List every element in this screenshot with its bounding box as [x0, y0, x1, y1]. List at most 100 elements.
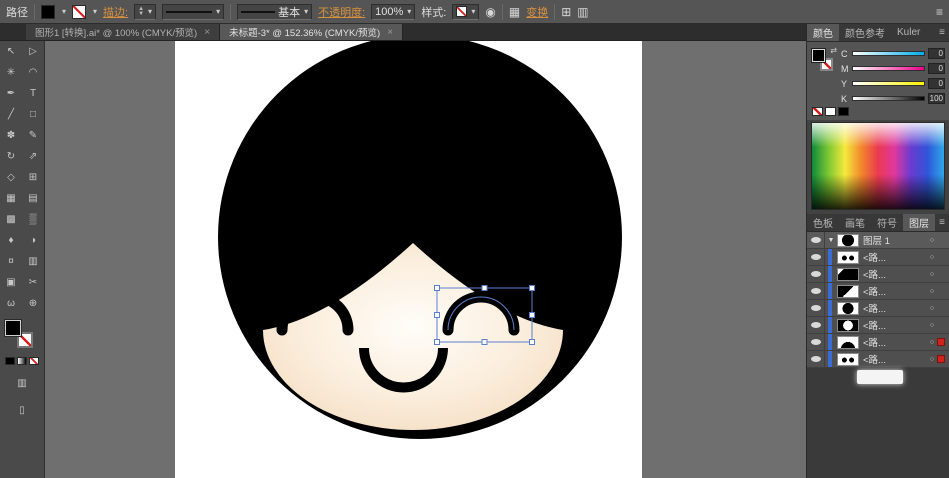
hand-tool[interactable]: ω: [0, 293, 22, 314]
artboard-canvas[interactable]: [175, 41, 642, 478]
scale-tool[interactable]: ⇗: [22, 146, 44, 167]
layer-row-parent[interactable]: ▼ 图层 1 ○: [807, 232, 949, 249]
panel-menu-icon[interactable]: ≡: [936, 5, 943, 19]
align-panel-icon[interactable]: ▦: [509, 5, 520, 19]
zoom-tool[interactable]: ⊕: [22, 293, 44, 314]
handle-e[interactable]: [530, 313, 535, 318]
visibility-toggle[interactable]: [807, 334, 825, 350]
shape-builder-tool[interactable]: ▦: [0, 188, 22, 209]
sublayer-name[interactable]: <路...: [863, 318, 927, 332]
tab-color[interactable]: 颜色: [807, 24, 839, 41]
chevron-down-icon[interactable]: ▾: [93, 7, 97, 16]
width-tool[interactable]: ◇: [0, 167, 22, 188]
cyan-slider[interactable]: [852, 51, 925, 56]
canvas-area[interactable]: [45, 41, 806, 478]
handle-ne[interactable]: [530, 286, 535, 291]
magenta-value-field[interactable]: 0: [928, 63, 945, 74]
target-icon[interactable]: ○: [927, 322, 937, 329]
handle-n[interactable]: [482, 286, 487, 291]
drawing-modes-icon[interactable]: ▥: [17, 373, 26, 394]
panel-menu-icon[interactable]: ≡: [935, 214, 949, 231]
black-value-field[interactable]: 100: [928, 93, 945, 104]
transform-panel-link[interactable]: 变换: [526, 4, 548, 20]
gradient-mode-button[interactable]: [17, 357, 27, 365]
target-icon[interactable]: ○: [927, 237, 937, 244]
lasso-tool[interactable]: ◠: [22, 62, 44, 83]
sublayer-row[interactable]: <路... ○: [807, 334, 949, 351]
swap-fill-stroke-icon[interactable]: ⇄: [830, 46, 837, 55]
slice-tool[interactable]: ✂: [22, 272, 44, 293]
tab-symbols[interactable]: 符号: [871, 214, 903, 231]
handle-nw[interactable]: [435, 286, 440, 291]
mesh-tool[interactable]: ▩: [0, 209, 22, 230]
fill-color-swatch[interactable]: [41, 5, 55, 19]
paintbrush-tool[interactable]: ✽: [0, 125, 22, 146]
visibility-toggle[interactable]: [807, 249, 825, 265]
sublayer-name[interactable]: <路...: [863, 284, 927, 298]
expander-icon[interactable]: ▼: [825, 237, 837, 244]
brush-definition-dropdown[interactable]: 基本 ▾: [237, 4, 312, 20]
visibility-toggle[interactable]: [807, 266, 825, 282]
sublayer-name[interactable]: <路...: [863, 250, 927, 264]
sublayer-row[interactable]: <路... ○: [807, 300, 949, 317]
style-swatch-dropdown[interactable]: ▾: [452, 4, 479, 20]
selection-tool[interactable]: ↖: [0, 41, 22, 62]
artboard[interactable]: [175, 41, 642, 478]
none-swatch[interactable]: [812, 107, 823, 116]
black-swatch[interactable]: [838, 107, 849, 116]
free-transform-tool[interactable]: ⊞: [22, 167, 44, 188]
eyedropper-tool[interactable]: ♦: [0, 230, 22, 251]
stroke-color-swatch[interactable]: [72, 5, 86, 19]
sublayer-row[interactable]: <路... ○: [807, 317, 949, 334]
tab-brushes[interactable]: 画笔: [839, 214, 871, 231]
stroke-panel-link[interactable]: 描边:: [103, 4, 128, 20]
none-mode-button[interactable]: [29, 357, 39, 365]
white-swatch[interactable]: [825, 107, 836, 116]
handle-s[interactable]: [482, 340, 487, 345]
target-icon[interactable]: ○: [927, 271, 937, 278]
target-icon[interactable]: ○: [927, 288, 937, 295]
pencil-tool[interactable]: ✎: [22, 125, 44, 146]
yellow-value-field[interactable]: 0: [928, 78, 945, 89]
close-icon[interactable]: ×: [204, 27, 210, 38]
visibility-toggle[interactable]: [807, 300, 825, 316]
opacity-field[interactable]: 100% ▾: [371, 4, 415, 20]
document-tab-2[interactable]: 未标题-3* @ 152.36% (CMYK/预览) ×: [220, 24, 403, 40]
sublayer-row[interactable]: <路... ○: [807, 249, 949, 266]
panel-menu-icon[interactable]: ≡: [935, 24, 949, 41]
target-icon[interactable]: ○: [927, 305, 937, 312]
visibility-toggle[interactable]: [807, 351, 825, 367]
handle-sw[interactable]: [435, 340, 440, 345]
yellow-slider[interactable]: [852, 81, 925, 86]
isolate-mode-icon[interactable]: ⊞: [561, 5, 571, 19]
rotate-tool[interactable]: ↻: [0, 146, 22, 167]
visibility-toggle[interactable]: [807, 317, 825, 333]
line-segment-tool[interactable]: ╱: [0, 104, 22, 125]
magic-wand-tool[interactable]: ✳: [0, 62, 22, 83]
layer-name[interactable]: 图层 1: [863, 233, 927, 247]
type-tool[interactable]: T: [22, 83, 44, 104]
column-graph-tool[interactable]: ▥: [22, 251, 44, 272]
arrange-documents-icon[interactable]: ▥: [577, 5, 588, 19]
close-icon[interactable]: ×: [387, 27, 393, 38]
width-profile-dropdown[interactable]: ▾: [162, 4, 224, 20]
artboard-tool[interactable]: ▣: [0, 272, 22, 293]
sublayer-name[interactable]: <路...: [863, 267, 927, 281]
magenta-slider[interactable]: [852, 66, 925, 71]
handle-w[interactable]: [435, 313, 440, 318]
tab-color-guide[interactable]: 颜色参考: [839, 24, 891, 41]
screen-mode-icon[interactable]: ▯: [19, 400, 25, 421]
sublayer-name[interactable]: <路...: [863, 335, 927, 349]
sublayer-row[interactable]: <路... ○: [807, 266, 949, 283]
pen-tool[interactable]: ✒: [0, 83, 22, 104]
opacity-panel-link[interactable]: 不透明度:: [318, 4, 365, 20]
fill-proxy-swatch[interactable]: [812, 49, 825, 62]
black-slider[interactable]: [852, 96, 925, 101]
sublayer-row[interactable]: <路... ○: [807, 351, 949, 368]
visibility-toggle[interactable]: [807, 283, 825, 299]
rectangle-tool[interactable]: □: [22, 104, 44, 125]
tab-swatches[interactable]: 色板: [807, 214, 839, 231]
visibility-toggle[interactable]: [807, 232, 825, 248]
symbol-sprayer-tool[interactable]: ¤: [0, 251, 22, 272]
handle-se[interactable]: [530, 340, 535, 345]
